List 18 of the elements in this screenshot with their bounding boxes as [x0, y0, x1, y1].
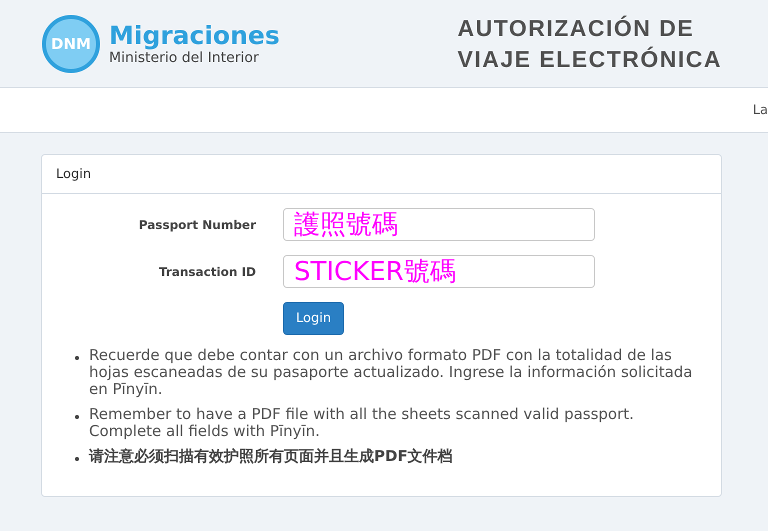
note-text: Remember to have a PDF file with all the sheets scanned valid passport. Complete all fields with Pīnyīn. — [89, 406, 635, 440]
logo-badge: DNM — [42, 14, 100, 72]
page-title-line: AUTORIZACIÓN DE — [458, 14, 694, 42]
note-text: Recuerde que debe contar con un archivo formato PDF con la totalidad de las hojas escaneadas de su pasaporte actualizado. Ingrese la información solicitada en Pīnyīn. — [89, 347, 694, 398]
page-title-line: VIAJE ELECTRÓNICA — [458, 44, 722, 74]
input-field[interactable]: 護照號碼 — [283, 208, 595, 241]
language-link[interactable]: La — [752, 102, 768, 118]
note-text: 请注意必须扫描有效护照所有页面并且生成PDF文件档 — [89, 448, 453, 465]
card-title: Login — [56, 166, 92, 182]
logo-title: Migraciones — [109, 22, 280, 50]
input-field[interactable]: STICKER號碼 — [283, 255, 595, 288]
login-button[interactable]: Login — [283, 302, 344, 335]
logo-subtitle: Ministerio del Interior — [109, 50, 260, 66]
bullet-icon — [75, 457, 79, 461]
bullet-icon — [75, 356, 79, 360]
field-label: Transaction ID — [158, 264, 256, 278]
bullet-icon — [75, 415, 79, 419]
field-label: Passport Number — [138, 218, 256, 232]
